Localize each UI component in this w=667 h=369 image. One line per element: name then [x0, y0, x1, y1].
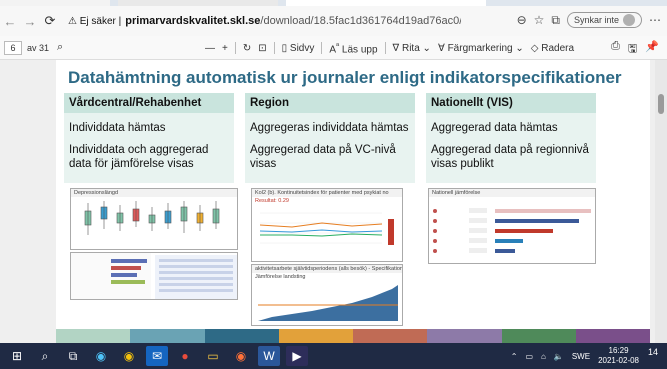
- chevron-up-icon[interactable]: ⌃: [511, 352, 518, 361]
- page-number-input[interactable]: 6: [4, 40, 22, 55]
- read-aloud-button[interactable]: Aᵃ Läs upp: [329, 40, 377, 55]
- linechart-image: [259, 212, 394, 245]
- scrollbar-thumb[interactable]: [658, 94, 664, 114]
- column-header: Vårdcentral/Rehabenhet: [64, 93, 234, 113]
- print-icon[interactable]: ⎙: [611, 40, 620, 59]
- pdf-toolbar: 6 av 31 ⌕ — + ↻ ⊡ ▯ Sidvy Aᵃ Läs upp ∇ R…: [0, 36, 667, 60]
- start-icon[interactable]: ⊞: [6, 346, 28, 366]
- url-field[interactable]: primarvardskvalitet.skl.se/download/18.5…: [121, 15, 461, 27]
- word-icon[interactable]: W: [258, 346, 280, 366]
- more-icon[interactable]: ⋯: [649, 13, 661, 27]
- fit-page-icon[interactable]: ⊡: [258, 43, 266, 54]
- address-bar: ← → ⟳ ⚠ Ej säker | primarvardskvalitet.s…: [0, 6, 667, 36]
- zoom-icon[interactable]: ⊖: [517, 13, 527, 27]
- draw-button[interactable]: ∇ Rita ⌄: [393, 43, 431, 54]
- highlight-button[interactable]: ∀ Färgmarkering ⌄: [438, 43, 524, 54]
- column-text: Individdata och aggregerad data för jämf…: [64, 139, 234, 183]
- firefox-icon[interactable]: ◉: [230, 346, 252, 366]
- outlook-icon[interactable]: ✉: [146, 346, 168, 366]
- column-header: Region: [245, 93, 415, 113]
- column-header: Nationellt (VIS): [426, 93, 596, 113]
- collections-icon[interactable]: ⧉: [551, 13, 560, 28]
- national-thumbnail: Nationell jämförelse: [428, 188, 596, 264]
- bar-list-image: [71, 253, 237, 299]
- slide-page: Datahämtning automatisk ur journaler enl…: [56, 60, 650, 343]
- slide-color-bar: [56, 329, 650, 343]
- scrollbar[interactable]: [655, 60, 667, 343]
- column-text: Aggregerad data på VC-nivå visas: [245, 139, 415, 183]
- profile-sync-button[interactable]: Synkar inte: [566, 12, 642, 28]
- edge-icon[interactable]: ◉: [90, 346, 112, 366]
- zoom-in-icon[interactable]: +: [222, 43, 228, 54]
- column-text: Aggregerad data på regionnivå visas publ…: [426, 139, 596, 183]
- forward-icon[interactable]: →: [20, 14, 40, 29]
- app-icon[interactable]: ●: [174, 346, 196, 366]
- zoom-out-icon[interactable]: —: [205, 43, 215, 54]
- search-icon[interactable]: ⌕: [34, 346, 56, 366]
- boxplot-thumbnail: Depressionslängd: [70, 188, 238, 250]
- column-vardcentral: Vårdcentral/Rehabenhet Individdata hämta…: [64, 93, 234, 183]
- network-icon[interactable]: ⌂: [541, 352, 546, 361]
- areachart-image: [258, 285, 398, 321]
- boxplot-image: [84, 201, 220, 235]
- rotate-icon[interactable]: ↻: [243, 43, 251, 54]
- taskbar: ⊞ ⌕ ⧉ ◉ ◉ ✉ ● ▭ ◉ W ▶ ⌃ ▭ ⌂ 🔈 SWE 16:29 2…: [0, 343, 667, 369]
- pin-icon[interactable]: 📌: [645, 40, 659, 59]
- column-nationellt: Nationellt (VIS) Aggregerad data hämtas …: [426, 93, 596, 183]
- volume-icon[interactable]: 🔈: [554, 352, 564, 361]
- reload-icon[interactable]: ⟳: [40, 13, 60, 29]
- chrome-icon[interactable]: ◉: [118, 346, 140, 366]
- national-bars-image: [433, 208, 591, 253]
- taskview-icon[interactable]: ⧉: [62, 346, 84, 366]
- explorer-icon[interactable]: ▭: [202, 346, 224, 366]
- search-icon[interactable]: ⌕: [57, 41, 63, 54]
- areachart-thumbnail: aktivitetsarbete självtidsperiodens (all…: [251, 264, 403, 326]
- terminal-icon[interactable]: ▶: [286, 346, 308, 366]
- list-thumbnail: [70, 252, 238, 300]
- favorite-icon[interactable]: ☆: [534, 13, 545, 27]
- slide-title: Datahämtning automatisk ur journaler enl…: [68, 68, 622, 87]
- linechart-thumbnail: Kol2 (b). Kontinuitetsindex för patiente…: [251, 188, 403, 262]
- column-text: Individdata hämtas: [64, 113, 234, 139]
- erase-button[interactable]: ◇ Radera: [531, 43, 574, 54]
- clock[interactable]: 16:29 2021-02-08: [598, 346, 639, 366]
- back-icon[interactable]: ←: [0, 14, 20, 29]
- security-warning[interactable]: ⚠ Ej säker |: [68, 16, 121, 27]
- language-indicator[interactable]: SWE: [572, 352, 590, 361]
- page-count: av 31: [27, 42, 50, 53]
- save-icon[interactable]: 🖫: [628, 40, 637, 59]
- avatar: [623, 14, 635, 26]
- column-text: Aggregeras individdata hämtas: [245, 113, 415, 139]
- column-text: Aggregerad data hämtas: [426, 113, 596, 139]
- page-view-button[interactable]: ▯ Sidvy: [282, 43, 315, 54]
- pdf-viewer: Datahämtning automatisk ur journaler enl…: [0, 60, 667, 343]
- notification-badge[interactable]: 14: [645, 347, 661, 365]
- battery-icon[interactable]: ▭: [525, 352, 533, 361]
- column-region: Region Aggregeras individdata hämtas Agg…: [245, 93, 415, 183]
